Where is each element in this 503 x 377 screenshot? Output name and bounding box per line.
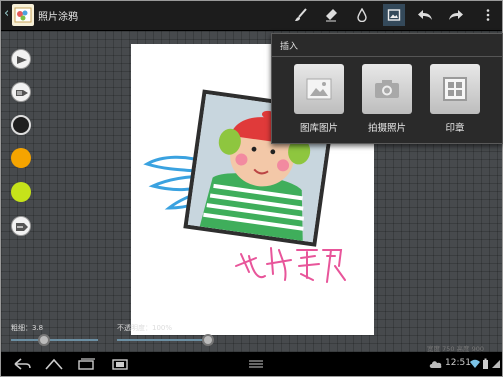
insert-image-icon — [387, 9, 401, 21]
app-title: 照片涂鸦 — [38, 12, 78, 23]
thickness-slider-track[interactable] — [11, 339, 98, 341]
popup-header: 插入 — [272, 34, 502, 57]
pen-tool-button[interactable] — [11, 49, 31, 69]
eraser-icon — [326, 9, 337, 22]
thickness-label: 粗细：3.8 — [11, 324, 44, 332]
stamp-icon — [443, 77, 467, 101]
pen-tip-icon — [17, 56, 27, 64]
nav-back-button[interactable] — [11, 356, 33, 372]
signal-icon — [492, 360, 500, 368]
marker-tip-icon — [16, 90, 28, 96]
color-swatch-orange[interactable] — [11, 148, 31, 168]
redo-icon — [449, 10, 463, 20]
insert-gallery-button[interactable]: 图库图片 — [294, 64, 344, 136]
insert-popup: 插入 图库图片 拍摄照片 印章 — [271, 33, 503, 144]
nav-screenshot-button[interactable] — [109, 356, 131, 372]
thickness-slider-thumb[interactable] — [38, 334, 51, 346]
clock: 12:51 — [445, 358, 471, 368]
back-caret-icon[interactable]: ‹ — [4, 7, 9, 21]
screenshot-icon — [112, 359, 128, 370]
action-bar: ‹ 照片涂鸦 — [1, 1, 502, 31]
eraser-tip-button[interactable] — [11, 216, 31, 236]
color-swatch-black[interactable] — [11, 115, 31, 135]
opacity-slider-thumb[interactable] — [202, 334, 214, 346]
home-icon — [45, 358, 63, 370]
insert-stamp-label: 印章 — [445, 123, 465, 134]
color-swatch-lime[interactable] — [11, 182, 31, 202]
undo-button[interactable] — [414, 4, 436, 26]
eraser-tip-icon — [16, 223, 28, 231]
camera-icon — [375, 80, 399, 98]
popup-title: 插入 — [280, 42, 299, 52]
pink-handwriting — [235, 247, 346, 283]
eraser-button[interactable] — [320, 4, 342, 26]
insert-stamp-button[interactable]: 印章 — [430, 64, 480, 136]
opacity-slider-track[interactable] — [117, 339, 208, 341]
undo-icon — [418, 10, 432, 20]
back-arrow-icon — [14, 358, 31, 370]
insert-image-button[interactable] — [383, 4, 405, 26]
brush-button[interactable] — [290, 4, 312, 26]
nav-recents-button[interactable] — [75, 356, 97, 372]
system-bar: 12:51 — [1, 352, 502, 376]
recent-apps-icon — [78, 358, 95, 370]
insert-camera-button[interactable]: 拍摄照片 — [362, 64, 412, 136]
ink-drop-button[interactable] — [351, 4, 373, 26]
overflow-menu-button[interactable] — [477, 4, 499, 26]
wifi-icon — [470, 359, 480, 368]
nav-home-button[interactable] — [43, 356, 65, 372]
gallery-icon — [306, 78, 332, 100]
opacity-label: 不透明度：100% — [117, 324, 173, 332]
redo-button[interactable] — [445, 4, 467, 26]
battery-icon — [483, 358, 488, 369]
menu-lines-icon — [249, 360, 263, 368]
marker-tool-button[interactable] — [11, 82, 31, 102]
brush-icon — [295, 8, 307, 21]
nav-menu-button[interactable] — [245, 356, 267, 372]
ink-drop-icon — [357, 8, 367, 22]
overflow-menu-icon — [486, 9, 490, 21]
cloud-icon — [429, 361, 442, 368]
app-icon[interactable] — [12, 4, 34, 26]
